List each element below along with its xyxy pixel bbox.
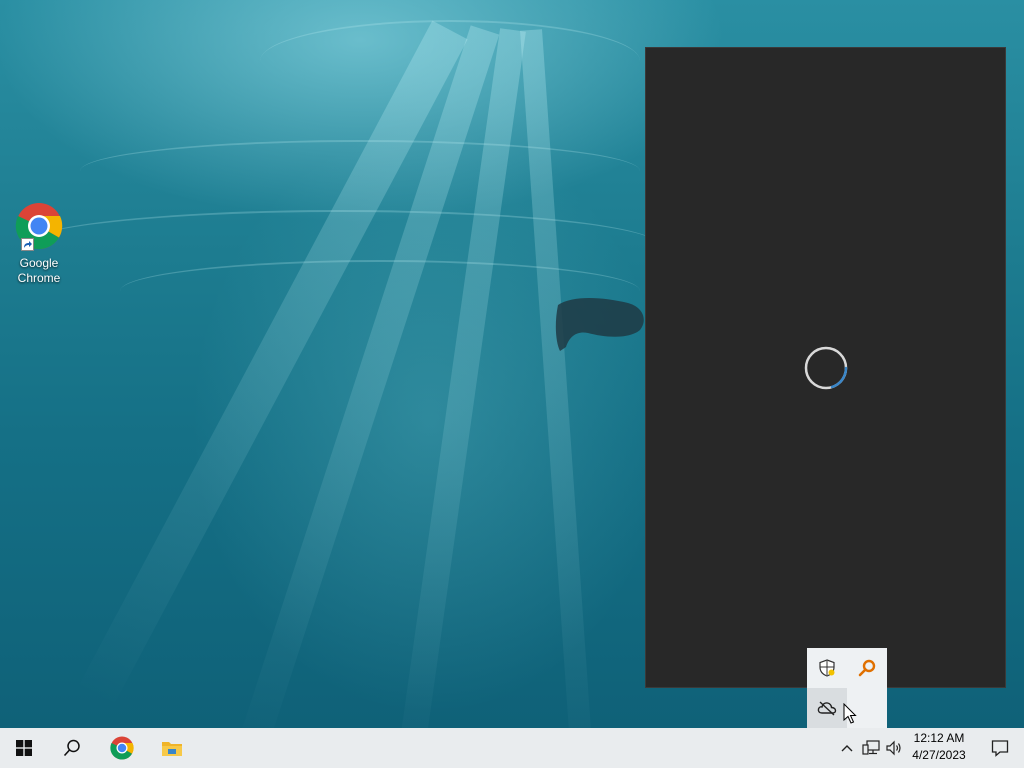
- volume-button[interactable]: [882, 728, 906, 768]
- clock-button[interactable]: 12:12 AM 4/27/2023: [905, 730, 973, 764]
- orange-search-key-icon[interactable]: [847, 648, 887, 688]
- clock-date: 4/27/2023: [912, 748, 966, 762]
- shortcut-arrow-icon: [21, 238, 34, 251]
- light-ray: [520, 29, 595, 728]
- loading-spinner-icon: [804, 346, 848, 390]
- chevron-up-icon: [841, 745, 853, 752]
- taskbar-chrome-button[interactable]: [98, 728, 146, 768]
- network-icon: [862, 740, 880, 755]
- file-explorer-icon: [162, 742, 182, 756]
- search-button[interactable]: [48, 728, 96, 768]
- search-icon: [63, 739, 80, 757]
- desktop-icon-google-chrome[interactable]: Google Chrome: [8, 202, 70, 286]
- chrome-icon: [110, 736, 134, 760]
- windows-start-icon: [16, 740, 32, 756]
- loading-flyout-panel: [645, 47, 1006, 688]
- volume-icon: [886, 740, 901, 756]
- taskbar-file-explorer-button[interactable]: [148, 728, 196, 768]
- action-center-icon: [991, 740, 1009, 757]
- water-ripple: [260, 20, 640, 102]
- desktop-icon-label: Google Chrome: [17, 256, 61, 285]
- network-button[interactable]: [859, 728, 883, 768]
- chrome-icon: [15, 202, 63, 251]
- show-hidden-icons-button[interactable]: [835, 728, 859, 768]
- onedrive-cloud-offline-icon[interactable]: [807, 688, 847, 728]
- start-button[interactable]: [0, 728, 48, 768]
- light-ray: [75, 20, 468, 711]
- action-center-button[interactable]: [976, 728, 1024, 768]
- taskbar: 12:12 AM 4/27/2023: [0, 728, 1024, 768]
- swimmer-silhouette: [555, 298, 644, 351]
- mouse-cursor-icon: [843, 703, 857, 724]
- clock-time: 12:12 AM: [913, 731, 965, 745]
- water-ripple: [80, 140, 640, 202]
- windows-security-shield-icon[interactable]: [807, 648, 847, 688]
